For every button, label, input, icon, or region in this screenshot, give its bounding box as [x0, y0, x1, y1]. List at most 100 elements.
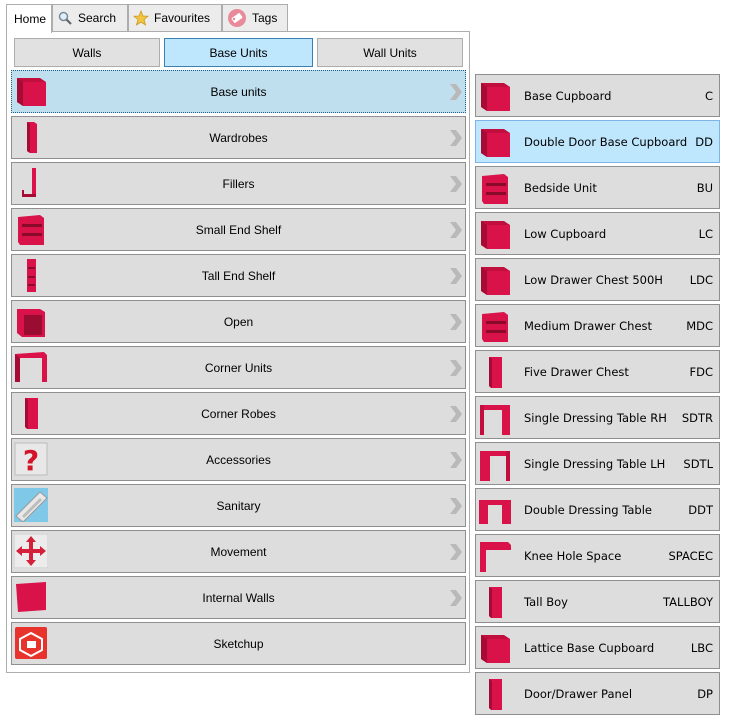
chevron-right-icon	[448, 452, 462, 468]
category-label: Fillers	[222, 176, 255, 191]
product-row-medium-drawer-chest[interactable]: Medium Drawer Chest MDC	[475, 304, 720, 347]
magnifier-icon	[57, 10, 73, 26]
category-row-fillers[interactable]: Fillers	[11, 162, 466, 205]
chevron-right-icon	[448, 406, 462, 422]
base-cabinet-icon	[478, 78, 512, 114]
product-name: Low Cupboard	[524, 226, 607, 241]
product-row-door-drawer-panel[interactable]: Door/Drawer Panel DP	[475, 672, 720, 715]
product-name: Bedside Unit	[524, 180, 597, 195]
chevron-right-icon	[448, 498, 462, 514]
category-label: Open	[223, 314, 254, 329]
category-label: Corner Units	[204, 360, 273, 375]
category-row-wardrobes[interactable]: Wardrobes	[11, 116, 466, 159]
tab-favourites[interactable]: Favourites	[128, 4, 222, 31]
product-name: Single Dressing Table LH	[524, 456, 666, 471]
base-units-label: Base Units	[209, 45, 268, 60]
product-row-double-dressing-table[interactable]: Double Dressing Table DDT	[475, 488, 720, 531]
walls-label: Walls	[72, 45, 102, 60]
tab-tags[interactable]: Tags	[222, 4, 288, 31]
chevron-right-icon	[448, 360, 462, 376]
panel-icon	[478, 676, 512, 712]
double-dressing-table-icon	[478, 492, 512, 528]
bedside-unit-icon	[478, 170, 512, 206]
product-name: Low Drawer Chest 500H	[524, 272, 663, 287]
category-row-accessories[interactable]: Accessories	[11, 438, 466, 481]
category-row-sketchup[interactable]: Sketchup	[11, 622, 466, 665]
product-code: BU	[696, 180, 713, 195]
chevron-right-icon	[448, 590, 462, 606]
tab-tags-label: Tags	[252, 11, 278, 25]
tab-search[interactable]: Search	[52, 4, 128, 31]
tag-icon	[227, 8, 247, 28]
chevron-right-icon	[448, 84, 462, 100]
category-label: Base units	[210, 84, 267, 99]
category-row-base-units[interactable]: Base units	[11, 70, 466, 113]
category-row-open[interactable]: Open	[11, 300, 466, 343]
chevron-right-icon	[448, 314, 462, 330]
base-cabinet-icon	[478, 124, 512, 160]
dressing-table-icon	[478, 446, 512, 482]
product-row-knee-hole-space[interactable]: Knee Hole Space SPACEC	[475, 534, 720, 577]
tab-home-label: Home	[14, 12, 47, 26]
base-units-button[interactable]: Base Units	[164, 38, 313, 67]
category-label: Movement	[210, 544, 267, 559]
category-row-corner-robes[interactable]: Corner Robes	[11, 392, 466, 435]
chevron-right-icon	[448, 130, 462, 146]
product-code: TALLBOY	[663, 594, 713, 609]
chevron-right-icon	[448, 222, 462, 238]
product-row-bedside-unit[interactable]: Bedside Unit BU	[475, 166, 720, 209]
category-row-sanitary[interactable]: Sanitary	[11, 484, 466, 527]
knee-hole-icon	[478, 538, 512, 574]
product-code: LDC	[689, 272, 713, 287]
category-row-movement[interactable]: Movement	[11, 530, 466, 573]
category-label: Sketchup	[213, 636, 264, 651]
category-label: Small End Shelf	[195, 222, 282, 237]
product-row-single-dressing-table-rh[interactable]: Single Dressing Table RH SDTR	[475, 396, 720, 439]
wall-units-label: Wall Units	[363, 45, 417, 60]
product-name: Single Dressing Table RH	[524, 410, 667, 425]
tall-chest-icon	[478, 354, 512, 390]
product-row-low-cupboard[interactable]: Low Cupboard LC	[475, 212, 720, 255]
product-name: Five Drawer Chest	[524, 364, 629, 379]
product-row-lattice-base-cupboard[interactable]: Lattice Base Cupboard LBC	[475, 626, 720, 669]
low-cupboard-icon	[478, 216, 512, 252]
product-row-low-drawer-chest[interactable]: Low Drawer Chest 500H LDC	[475, 258, 720, 301]
tab-favourites-label: Favourites	[154, 11, 211, 25]
product-name: Knee Hole Space	[524, 548, 622, 563]
product-name: Double Door Base Cupboard	[524, 134, 688, 149]
product-row-single-dressing-table-lh[interactable]: Single Dressing Table LH SDTL	[475, 442, 720, 485]
category-row-internal-walls[interactable]: Internal Walls	[11, 576, 466, 619]
tab-home[interactable]: Home	[6, 4, 52, 33]
category-row-corner-units[interactable]: Corner Units	[11, 346, 466, 389]
category-row-tall-end-shelf[interactable]: Tall End Shelf	[11, 254, 466, 297]
wall-units-button[interactable]: Wall Units	[317, 38, 463, 67]
product-name: Double Dressing Table	[524, 502, 652, 517]
drawer-chest-icon	[478, 308, 512, 344]
product-name: Lattice Base Cupboard	[524, 640, 655, 655]
product-code: DDT	[688, 502, 713, 517]
product-row-double-door-base-cupboard[interactable]: Double Door Base Cupboard DD	[475, 120, 720, 163]
category-label: Tall End Shelf	[201, 268, 276, 283]
category-label: Accessories	[206, 452, 271, 467]
category-label: Internal Walls	[202, 590, 275, 605]
product-row-tall-boy[interactable]: Tall Boy TALLBOY	[475, 580, 720, 623]
category-label: Corner Robes	[201, 406, 276, 421]
product-code: DD	[695, 134, 713, 149]
product-code: FDC	[689, 364, 714, 379]
product-code: SDTR	[681, 410, 713, 425]
product-name: Medium Drawer Chest	[524, 318, 653, 333]
category-label: Wardrobes	[209, 130, 268, 145]
tall-boy-icon	[478, 584, 512, 620]
product-code: SDTL	[683, 456, 713, 471]
chevron-right-icon	[448, 176, 462, 192]
dressing-table-icon	[478, 400, 512, 436]
product-row-five-drawer-chest[interactable]: Five Drawer Chest FDC	[475, 350, 720, 393]
drawer-chest-icon	[478, 262, 512, 298]
product-code: SPACEC	[668, 548, 714, 563]
category-label: Sanitary	[216, 498, 261, 513]
product-row-base-cupboard[interactable]: Base Cupboard C	[475, 74, 720, 117]
category-row-small-end-shelf[interactable]: Small End Shelf	[11, 208, 466, 251]
walls-button[interactable]: Walls	[14, 38, 160, 67]
star-icon	[132, 9, 150, 26]
product-name: Door/Drawer Panel	[524, 686, 633, 701]
